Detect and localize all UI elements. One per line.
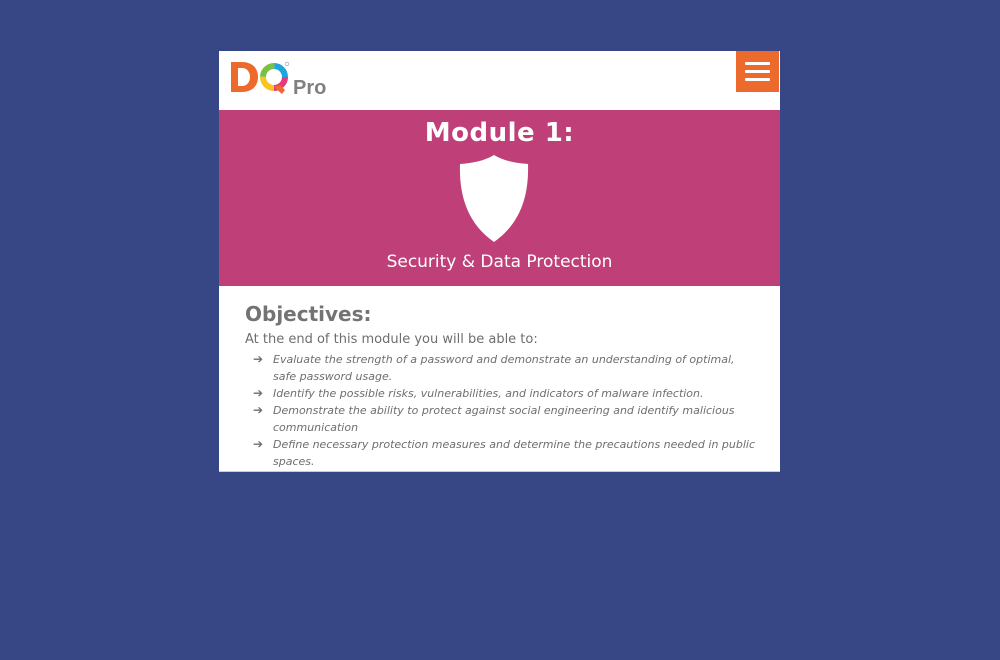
list-item: ➔ Identify the possible risks, vulnerabi… <box>245 385 760 402</box>
objective-text: Evaluate the strength of a password and … <box>273 353 735 383</box>
logo-pro-text: Pro <box>293 77 327 99</box>
arrow-right-icon: ➔ <box>253 352 264 366</box>
objective-text: Demonstrate the ability to protect again… <box>273 404 735 434</box>
dq-logo-icon <box>231 61 290 94</box>
shield-icon <box>459 155 529 242</box>
arrow-right-icon: ➔ <box>253 403 264 417</box>
module-subtitle: Security & Data Protection <box>386 252 613 272</box>
objectives-intro: At the end of this module you will be ab… <box>245 332 538 347</box>
arrow-right-icon: ➔ <box>253 437 264 451</box>
objective-text: Identify the possible risks, vulnerabili… <box>273 387 704 400</box>
list-item: ➔ Evaluate the strength of a password an… <box>245 351 760 385</box>
top-bar: Pro <box>219 51 780 110</box>
objective-text: Define necessary protection measures and… <box>273 438 756 468</box>
objectives-heading: Objectives: <box>245 302 372 326</box>
objectives-section: Objectives: At the end of this module yo… <box>245 301 760 470</box>
module-card: Pro Module 1: Security & Data Protection… <box>219 51 780 472</box>
hamburger-menu-icon <box>745 62 770 65</box>
hamburger-menu-button[interactable] <box>736 51 779 92</box>
arrow-right-icon: ➔ <box>253 386 264 400</box>
list-item: ➔ Demonstrate the ability to protect aga… <box>245 402 760 436</box>
module-title: Module 1: <box>424 118 575 148</box>
dq-pro-logo[interactable]: Pro <box>230 60 327 99</box>
objectives-list: ➔ Evaluate the strength of a password an… <box>245 351 760 470</box>
hamburger-menu-icon-line-2 <box>745 70 770 73</box>
module-banner: Module 1: Security & Data Protection <box>219 110 780 286</box>
list-item: ➔ Define necessary protection measures a… <box>245 436 760 470</box>
hamburger-menu-icon-line-3 <box>745 78 770 81</box>
